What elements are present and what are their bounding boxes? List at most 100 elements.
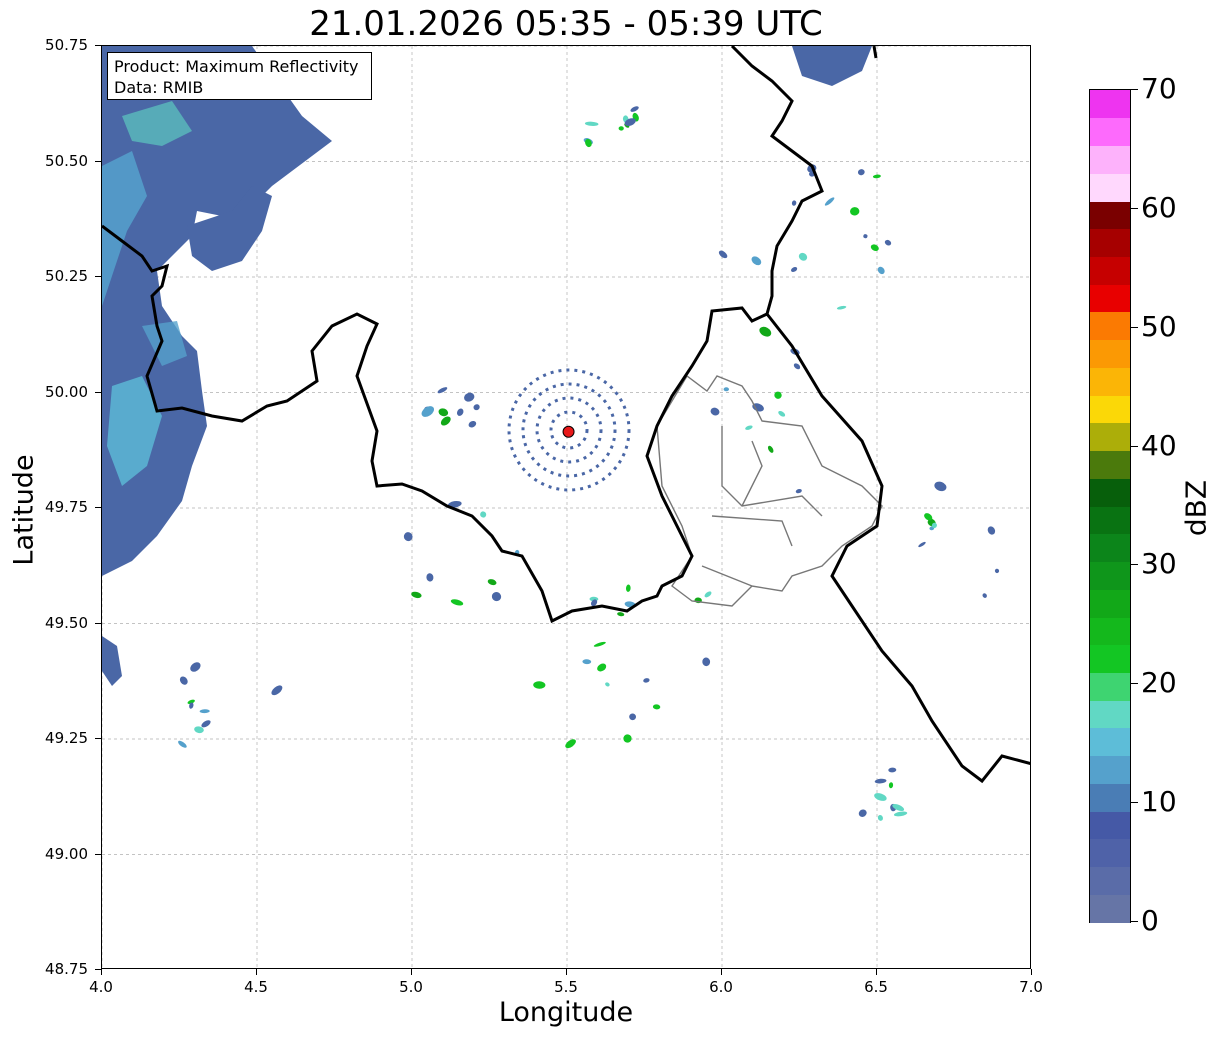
x-tick-label: 6.5 xyxy=(864,978,888,996)
product-label: Product: Maximum Reflectivity xyxy=(114,57,359,76)
colorbar-segment xyxy=(1090,422,1130,452)
radar-map xyxy=(102,46,1030,968)
map-plot-area xyxy=(101,45,1031,969)
echo-cell xyxy=(643,678,650,683)
echo-cell xyxy=(791,200,797,206)
y-tick-label: 49.00 xyxy=(45,844,88,863)
colorbar-segment xyxy=(1090,311,1130,341)
echo-cell xyxy=(718,250,728,259)
colorbar-tick-mark xyxy=(1131,564,1138,566)
colorbar-segment xyxy=(1090,866,1130,895)
echo-cell xyxy=(440,416,451,426)
colorbar-segment xyxy=(1090,173,1130,202)
echo-cell xyxy=(982,593,987,598)
echo-cell xyxy=(617,612,625,617)
colorbar-segment xyxy=(1090,700,1130,729)
echo-cell xyxy=(884,239,892,246)
colorbar-tick-mark xyxy=(1131,326,1138,328)
colorbar-unit-label: dBZ xyxy=(1179,479,1213,537)
echo-cell xyxy=(723,387,729,392)
y-tick-label: 49.25 xyxy=(45,729,88,747)
echo-cell xyxy=(877,266,885,275)
colorbar-segment xyxy=(1090,616,1130,646)
echo-cell xyxy=(710,407,720,416)
colorbar-tick-mark xyxy=(1131,89,1138,90)
y-axis-label: Latitude xyxy=(8,454,40,566)
echo-cell xyxy=(450,599,464,606)
echo-southwest-edge xyxy=(102,636,122,686)
colorbar-segment xyxy=(1090,506,1130,535)
echo-cell xyxy=(178,740,187,748)
colorbar-segment xyxy=(1090,644,1130,673)
echo-cell xyxy=(652,704,661,710)
echo-cell xyxy=(468,420,477,428)
y-tick-mark xyxy=(95,853,101,855)
y-tick-mark xyxy=(95,276,101,277)
y-tick-label: 48.75 xyxy=(45,960,88,978)
x-tick-label: 4.0 xyxy=(89,978,113,996)
echo-cell xyxy=(994,568,1000,574)
echo-cell xyxy=(271,685,283,696)
echo-cell xyxy=(857,169,865,176)
border-france-germany xyxy=(765,313,1030,784)
y-tick-label: 50.50 xyxy=(45,151,88,170)
echo-cell xyxy=(629,713,636,721)
colorbar-segment xyxy=(1090,589,1130,618)
x-tick-label: 7.0 xyxy=(1019,978,1043,996)
x-tick-mark xyxy=(876,969,877,975)
echo-cell xyxy=(918,541,926,548)
echo-cell xyxy=(987,526,996,535)
y-tick-label: 50.25 xyxy=(45,267,88,285)
echo-cell xyxy=(437,387,448,394)
colorbar-segment xyxy=(1090,783,1130,812)
y-tick-label: 50.75 xyxy=(45,36,88,54)
echo-cell xyxy=(874,778,887,784)
y-tick-label: 49.50 xyxy=(45,613,88,632)
y-tick-mark xyxy=(95,160,101,162)
echo-cell xyxy=(438,408,449,417)
echo-cell xyxy=(893,811,908,817)
x-tick-label: 6.0 xyxy=(709,978,733,996)
map-title: 21.01.2026 05:35 - 05:39 UTC xyxy=(309,4,823,44)
echo-cell xyxy=(888,767,897,773)
echo-cell xyxy=(623,734,632,743)
echo-cell xyxy=(850,207,860,216)
y-tick-mark xyxy=(95,391,101,393)
echo-scattered-cells xyxy=(178,106,1000,821)
echo-cell xyxy=(597,663,607,672)
echo-cell xyxy=(751,256,762,266)
colorbar-segment xyxy=(1090,284,1130,313)
colorbar-tick-label: 60 xyxy=(1141,190,1177,224)
colorbar-tick-label: 30 xyxy=(1141,547,1177,581)
data-source-label: Data: RMIB xyxy=(114,78,204,97)
colorbar-segment xyxy=(1090,450,1130,479)
echo-cell xyxy=(618,126,624,131)
echo-cell xyxy=(456,408,464,416)
x-tick-mark xyxy=(721,969,722,975)
border-luxembourg-provinces xyxy=(656,374,883,607)
echo-cell xyxy=(872,174,881,179)
echo-cell xyxy=(625,584,631,592)
colorbar-segment xyxy=(1090,838,1130,868)
legend-info-box: Product: Maximum Reflectivity Data: RMIB xyxy=(107,52,372,100)
echo-cell xyxy=(480,511,487,518)
echo-northeast xyxy=(792,46,872,86)
colorbar-segment xyxy=(1090,672,1130,701)
colorbar-tick-label: 40 xyxy=(1141,428,1177,462)
y-tick-mark xyxy=(95,622,101,624)
x-tick-label: 5.5 xyxy=(554,978,578,996)
echo-cell xyxy=(702,657,711,667)
colorbar-segment xyxy=(1090,478,1130,507)
echo-cell xyxy=(778,410,786,417)
echo-cell xyxy=(179,676,188,685)
echo-cell xyxy=(464,392,475,402)
echo-cell xyxy=(704,591,712,598)
echo-cell xyxy=(605,682,610,687)
echo-cell xyxy=(190,662,201,672)
colorbar-tick-label: 10 xyxy=(1141,785,1177,819)
echo-cell xyxy=(593,641,606,647)
echo-cell xyxy=(411,591,422,599)
x-tick-mark xyxy=(411,969,412,975)
y-tick-mark xyxy=(95,738,101,739)
echo-cell xyxy=(487,579,497,586)
